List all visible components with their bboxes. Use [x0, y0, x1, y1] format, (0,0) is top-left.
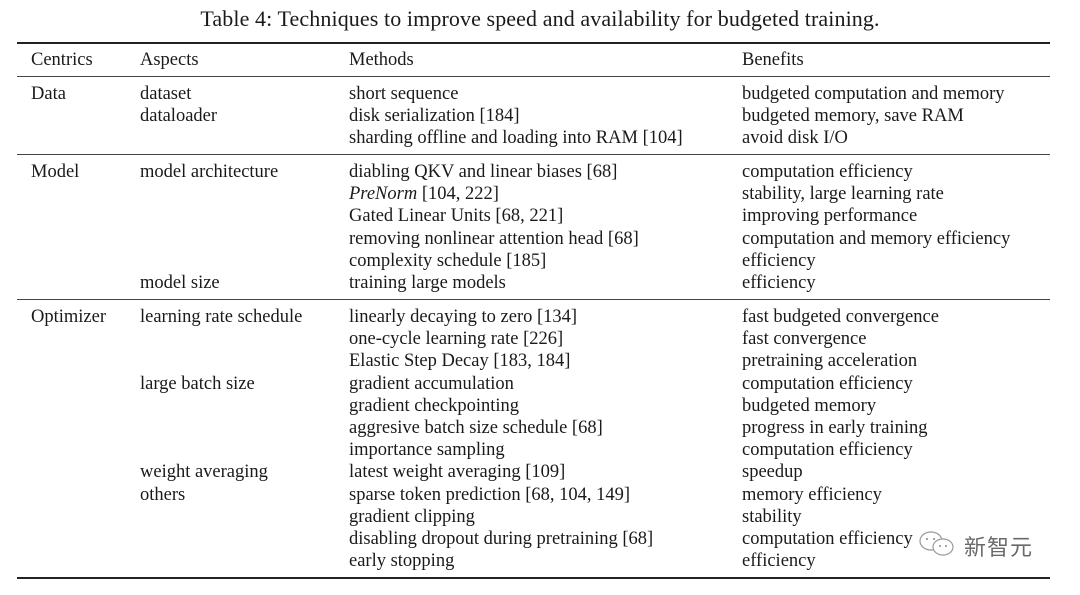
benefit-cell: budgeted memory — [742, 395, 877, 416]
header-centrics: Centrics — [31, 50, 93, 70]
method-cell: Gated Linear Units [68, 221] — [349, 206, 564, 227]
benefit-cell: computation efficiency — [742, 440, 913, 461]
method-cell: gradient clipping — [349, 506, 475, 527]
benefit-cell: pretraining acceleration — [742, 351, 918, 372]
method-cell: short sequence — [349, 84, 459, 104]
aspect-cell: learning rate schedule — [140, 307, 303, 327]
method-cell: PreNorm [104, 222] — [349, 183, 499, 205]
benefit-cell: computation efficiency — [742, 529, 913, 549]
method-cell: diabling QKV and linear biases [68] — [349, 162, 618, 182]
method-cell: one-cycle learning rate [226] — [349, 329, 564, 350]
benefit-cell: efficiency — [742, 273, 816, 293]
method-cell: sparse token prediction [68, 104, 149] — [349, 484, 631, 505]
benefit-cell: efficiency — [742, 250, 816, 271]
top-rule — [17, 42, 1050, 44]
benefit-cell: stability, large learning rate — [742, 184, 944, 205]
method-citation: [104, 222] — [417, 184, 499, 205]
benefit-cell: fast convergence — [742, 329, 867, 350]
benefit-cell: computation efficiency — [742, 162, 913, 182]
benefit-cell: speedup — [742, 462, 803, 483]
watermark-text: 新智元 — [964, 536, 1034, 561]
bottom-rule — [17, 577, 1050, 579]
method-cell: removing nonlinear attention head [68] — [349, 228, 639, 249]
benefit-cell: efficiency — [742, 551, 816, 572]
benefit-cell: memory efficiency — [742, 484, 882, 505]
benefit-cell: improving performance — [742, 206, 918, 227]
method-cell: linearly decaying to zero [134] — [349, 307, 578, 327]
aspect-cell: others — [140, 484, 186, 505]
benefit-cell: computation and memory efficiency — [742, 228, 1011, 249]
method-cell: sharding offline and loading into RAM [1… — [349, 128, 683, 149]
benefit-cell: fast budgeted convergence — [742, 307, 939, 327]
method-cell: aggresive batch size schedule [68] — [349, 418, 603, 438]
centric-label: Model — [31, 162, 80, 182]
benefit-cell: budgeted memory, save RAM — [742, 106, 964, 127]
aspect-cell: model architecture — [140, 162, 279, 182]
aspect-cell: dataloader — [140, 106, 218, 127]
benefit-cell: budgeted computation and memory — [742, 84, 1005, 104]
centric-label: Optimizer — [31, 307, 107, 327]
benefit-cell: progress in early training — [742, 418, 928, 438]
benefit-cell: stability — [742, 506, 802, 527]
watermark: 新智元 — [918, 530, 1033, 562]
method-cell: importance sampling — [349, 440, 505, 461]
header-aspects: Aspects — [140, 50, 199, 70]
method-cell: training large models — [349, 273, 506, 293]
section-rule — [17, 154, 1050, 155]
benefit-cell: avoid disk I/O — [742, 128, 848, 149]
method-cell: latest weight averaging [109] — [349, 462, 566, 483]
header-rule — [17, 76, 1050, 77]
method-cell: complexity schedule [185] — [349, 250, 547, 271]
section-rule — [17, 299, 1050, 300]
aspect-cell: weight averaging — [140, 462, 268, 483]
method-cell: Elastic Step Decay [183, 184] — [349, 351, 571, 372]
aspect-cell: dataset — [140, 84, 192, 104]
method-cell: disk serialization [184] — [349, 106, 520, 127]
wechat-icon — [918, 530, 958, 562]
benefit-cell: computation efficiency — [742, 373, 913, 394]
method-cell: gradient checkpointing — [349, 395, 520, 416]
method-cell: disabling dropout during pretraining [68… — [349, 529, 654, 549]
method-cell: gradient accumulation — [349, 373, 514, 394]
header-methods: Methods — [349, 50, 414, 70]
header-benefits: Benefits — [742, 50, 804, 70]
table-caption: Table 4: Techniques to improve speed and… — [200, 6, 880, 31]
method-name-italic: PreNorm — [349, 184, 418, 205]
aspect-cell: large batch size — [140, 373, 255, 394]
aspect-cell: model size — [140, 273, 220, 293]
centric-label: Data — [31, 84, 66, 104]
method-cell: early stopping — [349, 551, 455, 572]
